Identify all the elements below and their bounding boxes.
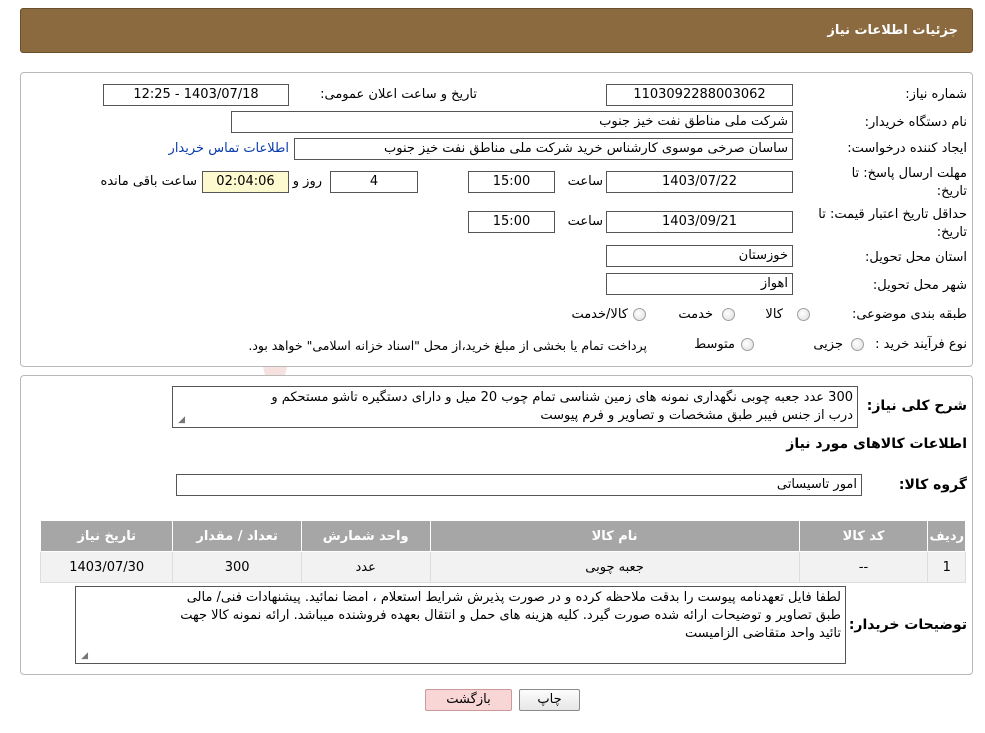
cell-row: 1 [927,551,966,583]
requester-field: ساسان صرخی موسوی کارشناس خرید شرکت ملی م… [294,138,793,160]
category-both-radio[interactable] [633,308,646,321]
purchase-medium-radio[interactable] [741,338,754,351]
city-label: شهر محل تحویل: [872,278,967,293]
reply-time-label: ساعت [567,174,603,189]
buyer-contact-link[interactable]: اطلاعات تماس خریدار [169,141,289,156]
goods-table: ردیف کد کالا نام کالا واحد شمارش تعداد /… [39,520,966,583]
buyer-notes-line: تائید واحد متقاضی الزامیست [685,626,841,641]
purchase-note: پرداخت تمام یا بخشی از مبلغ خرید،از محل … [248,338,647,353]
need-number-field: 1103092288003062 [606,84,793,106]
print-button[interactable]: چاپ [519,689,580,711]
page-header: جزئیات اطلاعات نیاز [20,8,973,53]
description-line: 300 عدد جعبه چوبی نگهداری نمونه های زمین… [271,390,853,405]
buyer-notes-line: طبق تصاویر و توضیحات ارائه شده صورت گیرد… [180,608,841,623]
purchase-minor-label: جزیی [813,337,843,352]
col-code-header: کد کالا [798,520,929,552]
goods-info-title: اطلاعات کالاهای مورد نیاز [786,436,967,452]
validity-time-field: 15:00 [468,211,555,233]
table-row: 1 -- جعبه چوبی عدد 300 1403/07/30 [39,551,966,583]
reply-date-field: 1403/07/22 [606,171,793,193]
province-label: استان محل تحویل: [865,250,967,265]
cell-name: جعبه چوبی [429,551,800,583]
description-line: درب از جنس فیبر طبق مشخصات و تصاویر و فر… [540,408,853,423]
days-and-label: روز و [292,174,322,189]
announce-datetime-label: تاریخ و ساعت اعلان عمومی: [320,87,477,102]
col-name-header: نام کالا [429,520,800,552]
buyer-org-field: شرکت ملی مناطق نفت خیز جنوب [231,111,793,133]
reply-time-field: 15:00 [468,171,555,193]
announce-datetime-field: 1403/07/18 - 12:25 [103,84,289,106]
buyer-notes-line: لطفا فایل تعهدنامه پیوست را بدقت ملاحظه … [186,590,841,605]
category-goods-radio[interactable] [797,308,810,321]
reply-deadline-label-2: تاریخ: [936,184,967,199]
city-field: اهواز [606,273,793,295]
province-field: خوزستان [606,245,793,267]
col-date-header: تاریخ نیاز [39,520,174,552]
price-validity-label: حداقل تاریخ اعتبار قیمت: تا [818,207,967,222]
validity-date-field: 1403/09/21 [606,211,793,233]
cell-date: 1403/07/30 [39,551,174,583]
col-qty-header: تعداد / مقدار [172,520,302,552]
back-button[interactable]: بازگشت [425,689,512,711]
cell-unit: عدد [300,551,431,583]
need-number-label: شماره نیاز: [905,87,967,102]
category-goods-label: کالا [765,307,783,322]
buyer-notes-textarea: لطفا فایل تعهدنامه پیوست را بدقت ملاحظه … [75,586,846,664]
buyer-notes-label: توضیحات خریدار: [848,617,967,633]
purchase-medium-label: متوسط [694,337,735,352]
days-left-field: 4 [330,171,418,193]
col-row-header: ردیف [927,520,966,552]
cell-code: -- [798,551,929,583]
resize-grip-icon[interactable]: ◢ [176,416,185,425]
purchase-minor-radio[interactable] [851,338,864,351]
validity-time-label: ساعت [567,214,603,229]
cell-qty: 300 [172,551,302,583]
description-textarea: 300 عدد جعبه چوبی نگهداری نمونه های زمین… [172,386,858,428]
reply-deadline-label: مهلت ارسال پاسخ: تا [851,166,967,181]
remaining-label: ساعت باقی مانده [100,174,197,189]
description-label: شرح کلی نیاز: [866,398,967,414]
time-left-field: 02:04:06 [202,171,289,193]
resize-grip-icon[interactable]: ◢ [79,652,88,661]
price-validity-label-2: تاریخ: [936,225,967,240]
category-both-label: کالا/خدمت [571,307,628,322]
category-label: طبقه بندی موضوعی: [851,307,967,322]
page-title: جزئیات اطلاعات نیاز [827,23,958,38]
category-service-radio[interactable] [722,308,735,321]
table-header-row: ردیف کد کالا نام کالا واحد شمارش تعداد /… [39,520,966,552]
goods-group-label: گروه کالا: [898,477,967,493]
purchase-type-label: نوع فرآیند خرید : [875,337,967,352]
goods-group-field: امور تاسیساتی [176,474,862,496]
col-unit-header: واحد شمارش [300,520,431,552]
buyer-org-label: نام دستگاه خریدار: [864,115,967,130]
category-service-label: خدمت [678,307,713,322]
requester-label: ایجاد کننده درخواست: [847,141,967,156]
